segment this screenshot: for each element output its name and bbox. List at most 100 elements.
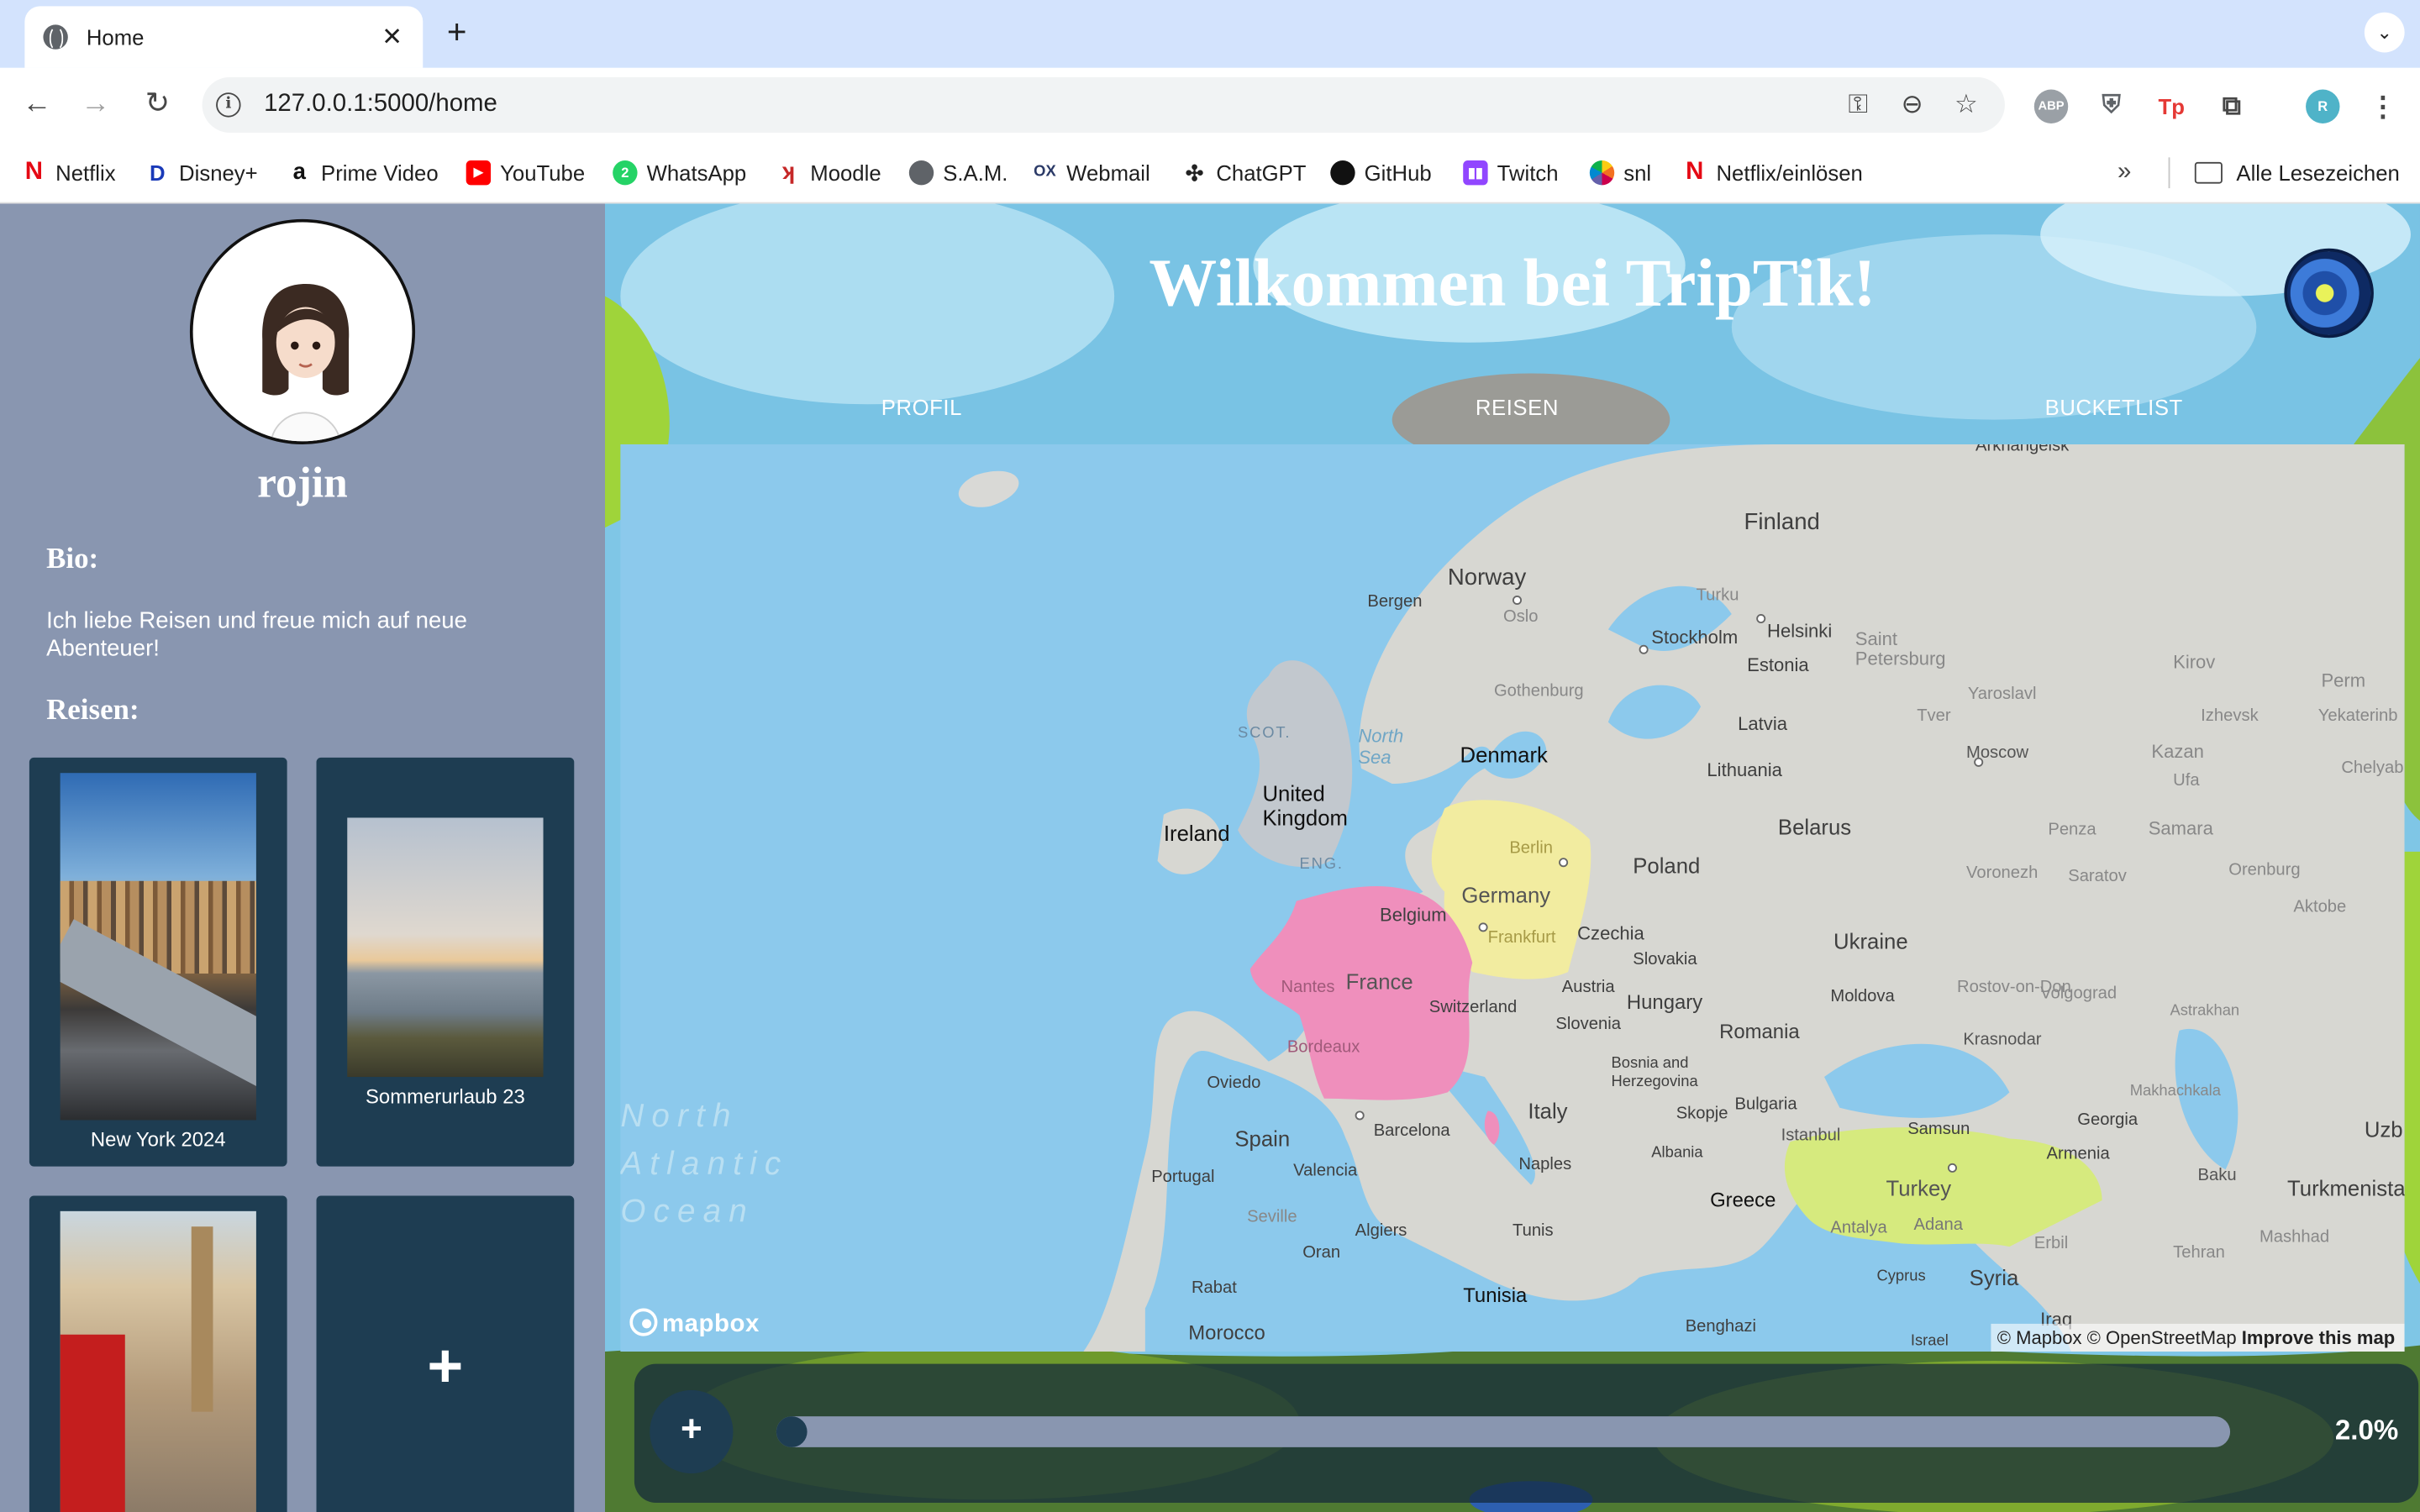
bookmark-github[interactable]: GitHub <box>1330 156 1432 190</box>
globe-icon <box>43 24 68 51</box>
map-label-morocco: Morocco <box>1188 1320 1265 1344</box>
map-label-voronezh: Voronezh <box>1965 864 2039 883</box>
bookmark-whatsapp[interactable]: 2 WhatsApp <box>613 156 746 190</box>
map-label-poland: Poland <box>1633 853 1701 879</box>
key-icon[interactable]: ⚿ <box>1843 90 1874 121</box>
map-label-eng: ENG. <box>1299 856 1344 874</box>
map-label-georgia: Georgia <box>2077 1110 2139 1130</box>
nav-reisen[interactable]: REISEN <box>1476 395 1559 419</box>
bookmark-prime-video[interactable]: a Prime Video <box>287 156 439 190</box>
map-label-chelyabinsk: Chelyab <box>2341 759 2404 778</box>
bookmark-disney[interactable]: D Disney+ <box>145 156 258 190</box>
london-photo <box>60 1210 256 1512</box>
zoom-icon[interactable]: ⊖ <box>1897 90 1928 121</box>
add-trip-button[interactable]: + <box>316 1195 575 1512</box>
new-york-photo <box>60 773 256 1121</box>
nav-bucketlist[interactable]: BUCKETLIST <box>2045 395 2183 419</box>
url-text[interactable]: 127.0.0.1:5000/home <box>264 91 497 118</box>
map-label-oran: Oran <box>1302 1243 1341 1263</box>
menu-icon[interactable]: ⋮ <box>2366 90 2400 123</box>
map-label-turkey: Turkey <box>1886 1175 1952 1200</box>
improve-map-link[interactable]: Improve this map <box>2242 1327 2395 1349</box>
browser-tab-home[interactable]: Home ✕ <box>24 6 424 68</box>
map-label-tunisia: Tunisia <box>1463 1284 1528 1307</box>
avatar[interactable] <box>189 218 416 444</box>
tp-extension-icon[interactable]: Tp <box>2154 90 2188 123</box>
map-label-kazan: Kazan <box>2151 740 2204 763</box>
ublock-icon[interactable]: ⛨ <box>2094 90 2128 123</box>
bio-text: Ich liebe Reisen und freue mich auf neue… <box>46 607 467 662</box>
map-label-makhachkala: Makhachkala <box>2129 1083 2221 1100</box>
map-label-tunis: Tunis <box>1512 1221 1554 1241</box>
map-label-czechia: Czechia <box>1577 922 1644 945</box>
sea-photo <box>347 817 544 1078</box>
map-label-perm: Perm <box>2321 669 2366 691</box>
bookmark-moodle[interactable]: ʞ Moodle <box>776 156 881 190</box>
bookmark-webmail[interactable]: OX Webmail <box>1033 156 1150 190</box>
map-label-portugal: Portugal <box>1151 1168 1215 1187</box>
map-label-hungary: Hungary <box>1626 990 1703 1014</box>
star-icon[interactable]: ☆ <box>1951 90 1982 121</box>
map-label-moldova: Moldova <box>1830 987 1895 1006</box>
nav-profil[interactable]: PROFIL <box>881 395 962 419</box>
close-tab-icon[interactable]: ✕ <box>380 22 404 53</box>
attribution-text[interactable]: © Mapbox © OpenStreetMap <box>1997 1327 2237 1349</box>
tab-title: Home <box>86 24 145 50</box>
map-label-norway: Norway <box>1447 564 1527 591</box>
progress-track <box>776 1416 2231 1447</box>
progress-percent: 2.0% <box>2334 1415 2399 1446</box>
page-title: Wilkommen bei TripTik! <box>1149 245 1876 322</box>
bookmark-netflix-redeem[interactable]: N Netflix/einlösen <box>1682 156 1863 190</box>
trip-card-london[interactable] <box>29 1195 287 1512</box>
map-label-erbil: Erbil <box>2033 1234 2069 1253</box>
map-label-krasnodar: Krasnodar <box>1963 1030 2042 1049</box>
netflix-icon: N <box>24 159 44 186</box>
tab-search-button[interactable]: ⌄ <box>2364 12 2405 53</box>
map-label-uzb: Uzb <box>2364 1116 2403 1142</box>
bookmark-snl[interactable]: snl <box>1589 156 1651 190</box>
map-label-romania: Romania <box>1719 1020 1800 1043</box>
trip-card-new-york[interactable]: New York 2024 <box>29 757 287 1167</box>
bookmark-twitch[interactable]: ▮▮ Twitch <box>1463 156 1559 190</box>
forward-button[interactable]: → <box>77 87 114 123</box>
app-logo[interactable] <box>2284 248 2374 339</box>
europe-map[interactable]: Finland Arkhangelsk Norway Bergen Oslo T… <box>620 444 2405 1352</box>
chatgpt-icon: ✣ <box>1185 160 1204 186</box>
map-label-belgium: Belgium <box>1380 904 1447 927</box>
map-label-penza: Penza <box>2048 821 2096 840</box>
bookmark-sam[interactable]: S.A.M. <box>908 156 1007 190</box>
map-label-uk: United Kingdom <box>1262 780 1348 831</box>
more-bookmarks-button[interactable]: » <box>2118 156 2131 190</box>
trips-heading: Reisen: <box>46 694 139 727</box>
webmail-icon: OX <box>1034 163 1056 181</box>
extensions-icon[interactable]: ⧉ <box>2215 90 2249 123</box>
map-label-finland: Finland <box>1744 509 1820 536</box>
profile-avatar-icon[interactable]: R <box>2306 89 2340 123</box>
bookmark-chatgpt[interactable]: ✣ ChatGPT <box>1182 156 1307 190</box>
github-icon <box>1330 160 1355 186</box>
username: rojin <box>257 459 348 508</box>
whatsapp-icon: 2 <box>613 160 638 186</box>
map-label-bulgaria: Bulgaria <box>1734 1095 1797 1115</box>
bookmark-netflix[interactable]: N Netflix <box>22 156 116 190</box>
youtube-icon: ▶ <box>466 160 492 186</box>
map-label-oslo: Oslo <box>1502 607 1539 627</box>
map-label-northsea: North Sea <box>1358 725 1404 769</box>
reload-button[interactable]: ↻ <box>139 87 176 123</box>
new-tab-button[interactable]: + <box>439 13 476 51</box>
map-label-nantes: Nantes <box>1281 978 1335 997</box>
map-label-israel: Israel <box>1910 1332 1949 1351</box>
bookmarks-divider <box>2168 157 2170 189</box>
mapbox-logo[interactable]: mapbox <box>629 1308 760 1340</box>
all-bookmarks-button[interactable]: Alle Lesezeichen <box>2194 156 2400 190</box>
map-label-austria: Austria <box>1561 978 1615 997</box>
trip-card-sommerurlaub[interactable]: Sommerurlaub 23 <box>316 757 575 1167</box>
site-info-icon[interactable]: i <box>216 92 241 118</box>
bookmark-youtube[interactable]: ▶ YouTube <box>466 156 585 190</box>
back-button[interactable]: ← <box>18 87 55 123</box>
add-country-button[interactable]: + <box>650 1389 734 1474</box>
map-label-antalya: Antalya <box>1830 1219 1887 1238</box>
map-label-stockholm: Stockholm <box>1651 626 1739 648</box>
adblock-icon[interactable]: ABP <box>2033 89 2069 123</box>
map-label-baku: Baku <box>2197 1166 2237 1185</box>
